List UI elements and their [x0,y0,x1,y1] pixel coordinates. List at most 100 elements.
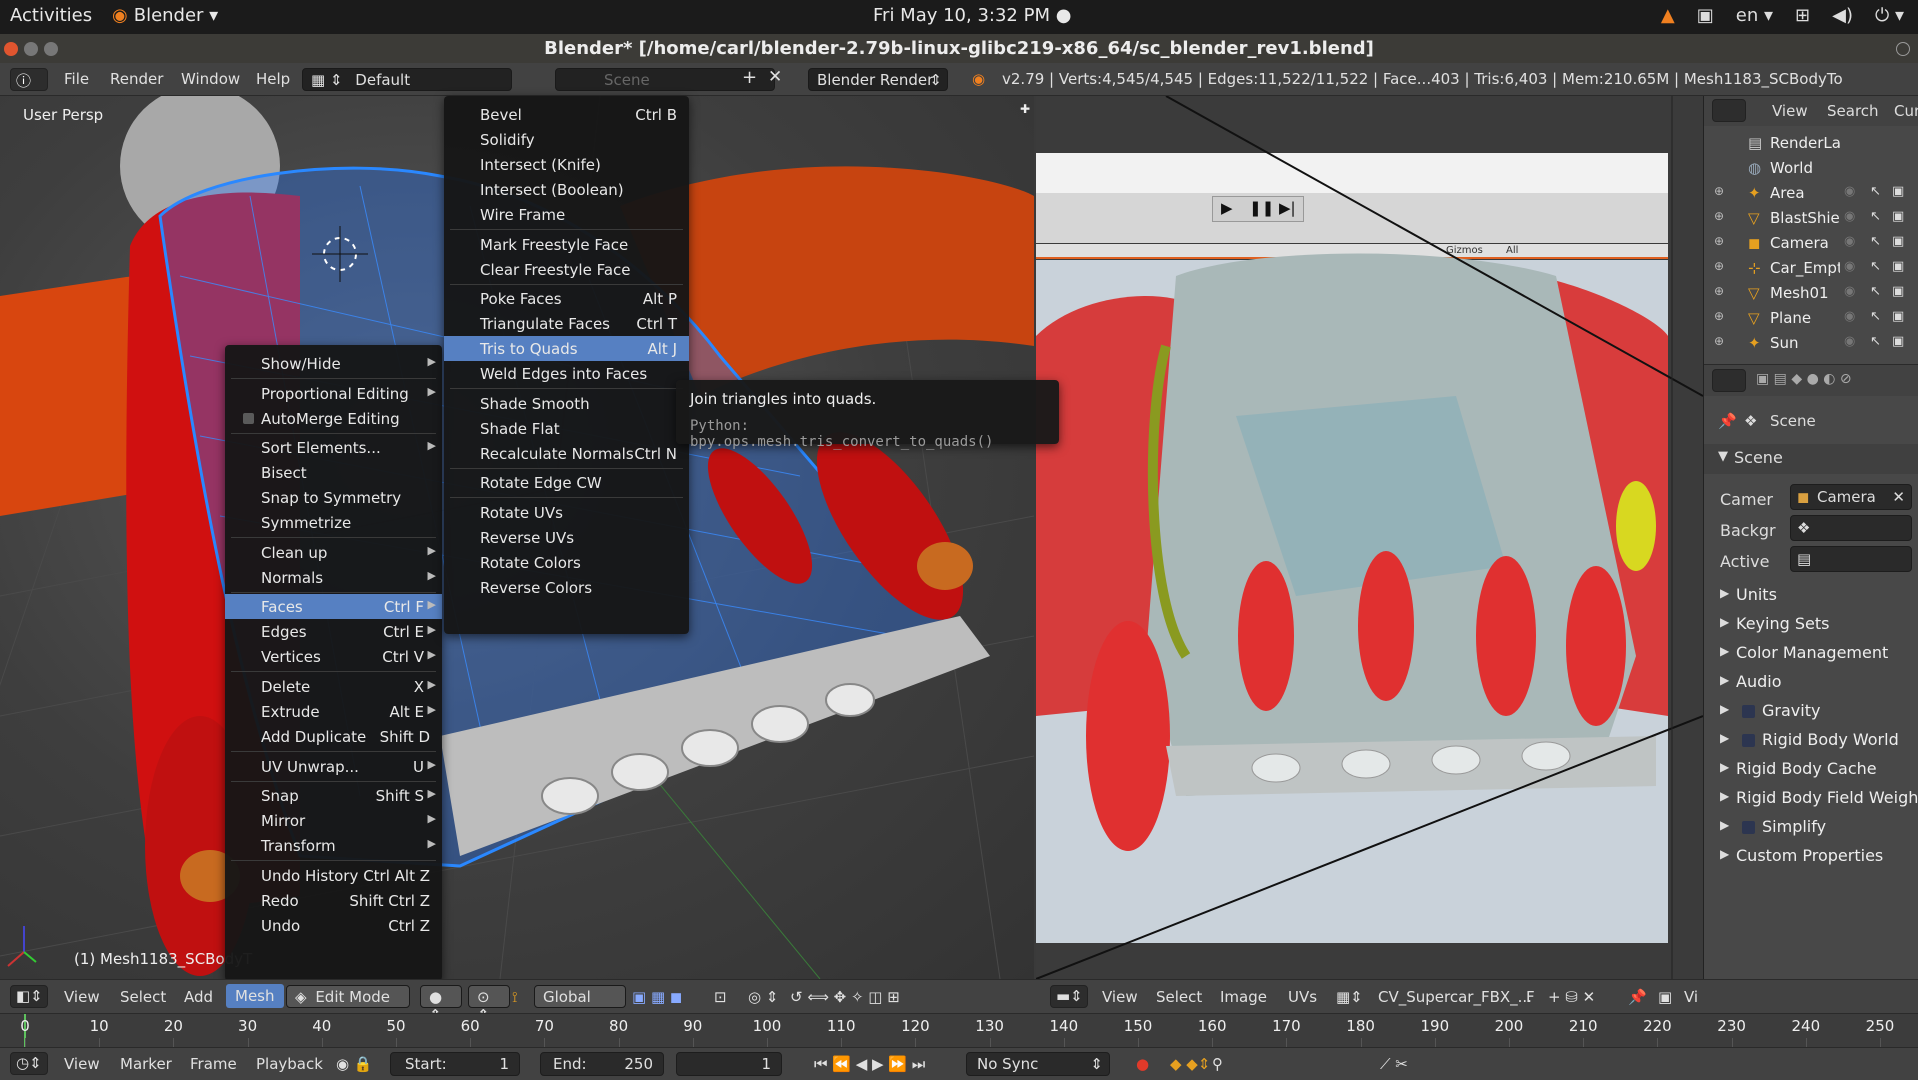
menu-item-rotate-edge-cw[interactable]: Rotate Edge CW [444,470,689,495]
pin-icon[interactable]: 📌 [1718,412,1737,430]
outliner-search-menu[interactable]: Search [1827,102,1879,120]
expand-icon[interactable]: ⊕ [1714,234,1724,248]
active-field[interactable]: ▤ [1790,546,1912,572]
menu-item-shade-smooth[interactable]: Shade Smooth [444,391,689,416]
properties-type-button[interactable] [1712,369,1746,392]
panel-rigid-body-cache[interactable]: ▶ Rigid Body Cache [1704,756,1918,784]
select-restrict-icon[interactable]: ↖ [1870,284,1881,299]
panel-checkbox[interactable] [1742,734,1755,747]
menu-item-transform[interactable]: Transform ▶ [225,833,442,858]
menu-item-wire-frame[interactable]: Wire Frame [444,202,689,227]
outliner-view-menu[interactable]: View [1772,102,1808,120]
menu-render[interactable]: Render [110,70,163,88]
panel-units[interactable]: ▶ Units [1704,582,1918,610]
menu-item-add-duplicate[interactable]: Add Duplicate Shift D [225,724,442,749]
menu-item-normals[interactable]: Normals ▶ [225,565,442,590]
outliner-item-car-empt[interactable]: ⊕ ⊹ Car_Empt ◉ ↖ ▣ [1704,255,1918,280]
select-restrict-icon[interactable]: ↖ [1870,234,1881,249]
minimize-window-button[interactable] [24,42,38,56]
delete-scene-icon[interactable]: ✕ [768,67,782,87]
outliner-item-world[interactable]: ◍ World [1704,155,1918,180]
panel-color-management[interactable]: ▶ Color Management [1704,640,1918,668]
render-restrict-icon[interactable]: ▣ [1892,209,1904,224]
checkbox[interactable] [243,412,254,424]
menu-item-tris-to-quads[interactable]: Tris to Quads Alt J [444,336,689,362]
render-restrict-icon[interactable]: ▣ [1892,184,1904,199]
image-menu[interactable]: Image [1220,988,1267,1006]
render-restrict-icon[interactable]: ▣ [1892,234,1904,249]
scene-panel-header[interactable]: ▼ Scene [1704,444,1918,474]
expand-icon[interactable]: ⊕ [1714,259,1724,273]
menu-item-reverse-colors[interactable]: Reverse Colors [444,575,689,600]
power-icon[interactable]: ⏻ ▾ [1875,5,1904,26]
menu-item-rotate-colors[interactable]: Rotate Colors [444,550,689,575]
panel-keying-sets[interactable]: ▶ Keying Sets [1704,611,1918,639]
image-name-field[interactable]: CV_Supercar_FBX_... [1378,988,1532,1006]
view-menu[interactable]: View [64,988,100,1006]
outliner-item-renderlay[interactable]: ▤ RenderLay [1704,130,1918,155]
pivot-selector[interactable]: ⊙ ⇕ [468,985,510,1024]
select-restrict-icon[interactable]: ↖ [1870,259,1881,274]
outliner-item-plane[interactable]: ⊕ ▽ Plane ◉ ↖ ▣ [1704,305,1918,330]
menu-file[interactable]: File [64,70,89,88]
clear-camera-icon[interactable]: ✕ [1892,488,1905,506]
mode-selector[interactable]: ◈ Edit Mode [286,985,410,1008]
select-menu[interactable]: Select [120,988,166,1006]
timeline[interactable]: 0 10 20 30 40 50 60 70 80 90 100 110 120 130 140 150 160… [0,1013,1918,1048]
language-indicator[interactable]: en ▾ [1736,5,1773,26]
menu-window[interactable]: Window [181,70,240,88]
limit-selection-icon[interactable]: ⊡ [714,988,727,1006]
screen-icon[interactable]: ▣ [1697,5,1714,26]
expand-icon[interactable]: ⊕ [1714,209,1724,223]
menu-item-edges[interactable]: Edges Ctrl E ▶ [225,619,442,644]
menu-item-delete[interactable]: Delete X ▶ [225,674,442,699]
menu-item-snap-to-symmetry[interactable]: Snap to Symmetry [225,485,442,510]
marker-menu[interactable]: Marker [120,1055,172,1073]
fake-user-button[interactable]: F [1526,988,1535,1006]
background-field[interactable]: ❖ [1790,515,1912,541]
play-icon[interactable]: ▶ [1221,199,1233,217]
snap-icons[interactable]: ↺ ⟺ ✥ ✧ ◫ ⊞ [790,988,900,1006]
menu-item-clean-up[interactable]: Clean up ▶ [225,540,442,565]
panel-custom-properties[interactable]: ▶ Custom Properties [1704,843,1918,871]
render-restrict-icon[interactable]: ▣ [1892,309,1904,324]
editor-type-3d-button[interactable]: ◧⇕ [10,985,48,1008]
keying-icons[interactable]: ◉ 🔒 [336,1055,373,1073]
select-restrict-icon[interactable]: ↖ [1870,184,1881,199]
menu-item-triangulate-faces[interactable]: Triangulate Faces Ctrl T [444,311,689,336]
image-view-menu[interactable]: View [1102,988,1138,1006]
editor-type-button[interactable]: ⓘ [10,68,48,91]
menu-item-symmetrize[interactable]: Symmetrize [225,510,442,535]
area-corner-icon[interactable]: ✚ [1020,102,1030,116]
select-restrict-icon[interactable]: ↖ [1870,334,1881,349]
expand-icon[interactable]: ⊕ [1714,184,1724,198]
menu-item-reverse-uvs[interactable]: Reverse UVs [444,525,689,550]
menu-item-clear-freestyle-face[interactable]: Clear Freestyle Face [444,257,689,282]
menu-item-shade-flat[interactable]: Shade Flat [444,416,689,441]
image-actions-icons[interactable]: + ⛁ ✕ [1548,988,1595,1006]
editor-type-timeline-button[interactable]: ◷⇕ [10,1052,48,1075]
render-restrict-icon[interactable]: ▣ [1892,334,1904,349]
menu-item-sort-elements[interactable]: Sort Elements... ▶ [225,435,442,460]
select-restrict-icon[interactable]: ↖ [1870,309,1881,324]
expand-icon[interactable]: ⊕ [1714,334,1724,348]
context-tabs[interactable]: ▣ ▤ ◆ ● ◐ ⊘ [1756,371,1852,387]
clock[interactable]: Fri May 10, 3:32 PM ● [873,5,1071,26]
visibility-icon[interactable]: ◉ [1844,259,1855,274]
keying-set-icon[interactable]: ⚲ [1212,1055,1223,1073]
menu-item-show-hide[interactable]: Show/Hide ▶ [225,351,442,376]
vlc-icon[interactable]: ▲ [1661,5,1675,26]
menu-item-mirror[interactable]: Mirror ▶ [225,808,442,833]
menu-item-poke-faces[interactable]: Poke Faces Alt P [444,286,689,311]
mesh-menu-button[interactable]: Mesh [226,984,284,1008]
sound-icons[interactable]: ⟋ ✂ [1380,1055,1408,1073]
outliner-item-sun[interactable]: ⊕ ✦ Sun ◉ ↖ ▣ [1704,330,1918,350]
outliner-item-area[interactable]: ⊕ ✦ Area ◉ ↖ ▣ [1704,180,1918,205]
visibility-icon[interactable]: ◉ [1844,284,1855,299]
image-select-menu[interactable]: Select [1156,988,1202,1006]
visibility-icon[interactable]: ◉ [1844,309,1855,324]
record-icon[interactable]: ● [1136,1055,1149,1073]
menu-item-extrude[interactable]: Extrude Alt E ▶ [225,699,442,724]
transport-controls[interactable]: ⏮ ⏪ ◀ ▶ ⏩ ⏭ [814,1055,925,1073]
image-browse-icon[interactable]: ▦⇕ [1336,988,1363,1006]
